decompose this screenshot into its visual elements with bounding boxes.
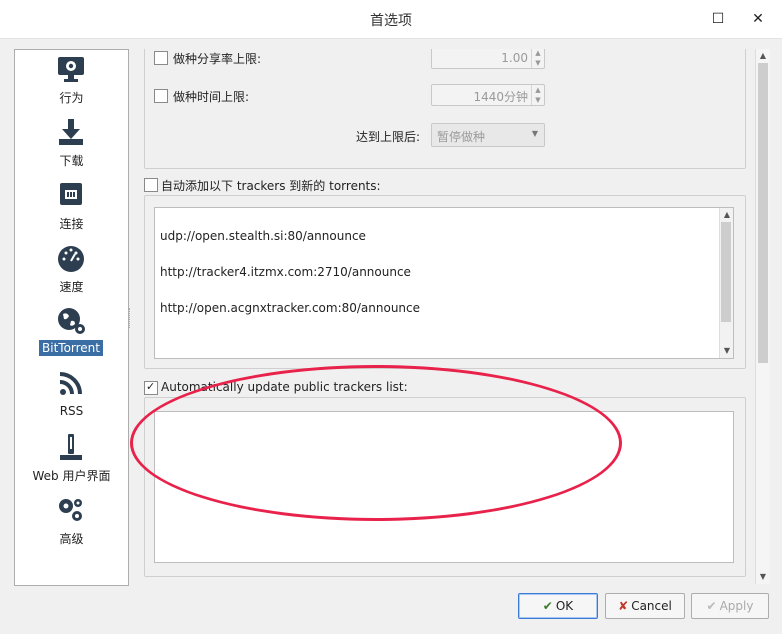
sidebar-item-connection[interactable]: 连接 — [15, 180, 128, 240]
scroll-up-icon[interactable]: ▲ — [720, 208, 734, 222]
limit-action-value: 暂停做种 — [437, 130, 486, 144]
seeding-ratio-label: 做种分享率上限: — [173, 52, 262, 66]
annotation-circle — [130, 365, 622, 521]
sidebar-item-web-ui[interactable]: Web 用户界面 — [15, 432, 128, 492]
cancel-x-icon: ✘ — [618, 599, 629, 613]
chevron-down-icon: ▼ — [531, 129, 538, 138]
seeding-ratio-spinbox[interactable]: 1.00 ▲ ▼ — [431, 49, 545, 69]
auto-update-trackers-checkbox[interactable] — [144, 380, 158, 395]
download-icon — [59, 119, 83, 145]
network-icon — [60, 183, 82, 205]
category-sidebar: 行为 下载 连接 速度 BitTorrent RSS Web 用户界面 高级 — [14, 49, 129, 586]
title-bar: 首选项 ☐ ✕ — [0, 0, 782, 39]
sidebar-item-label: 高级 — [59, 532, 84, 546]
window-title: 首选项 — [370, 13, 412, 29]
scroll-up-icon[interactable]: ▲ — [756, 49, 770, 63]
sidebar-item-label: 连接 — [59, 217, 84, 231]
seeding-time-label: 做种时间上限: — [173, 90, 250, 104]
sidebar-item-label: RSS — [59, 404, 84, 418]
rss-icon — [59, 372, 82, 395]
apply-button-label: Apply — [719, 599, 754, 613]
sidebar-item-label: 速度 — [59, 280, 84, 294]
sidebar-item-label: 行为 — [59, 91, 84, 105]
tracker-line: http://tracker4.itzmx.com:2710/announce — [160, 265, 411, 279]
scroll-thumb[interactable] — [721, 222, 731, 322]
maximize-icon[interactable]: ☐ — [705, 6, 731, 32]
sidebar-item-label: 下载 — [59, 154, 84, 168]
monitor-gear-icon — [58, 57, 84, 82]
trackers-scrollbar[interactable]: ▲ ▼ — [719, 208, 733, 358]
tracker-line: udp://open.stealth.si:80/announce — [160, 229, 366, 243]
limit-action-label: 达到上限后: — [356, 130, 421, 144]
ok-button-label: OK — [555, 599, 574, 613]
seeding-time-value: 1440分钟 — [473, 90, 528, 104]
seeding-time-spinbox[interactable]: 1440分钟 ▲ ▼ — [431, 84, 545, 106]
sidebar-item-advanced[interactable]: 高级 — [15, 495, 128, 555]
cancel-button-label: Cancel — [631, 599, 672, 613]
scroll-down-icon[interactable]: ▼ — [720, 344, 734, 358]
ok-button[interactable]: ✔ OK — [518, 593, 598, 619]
close-icon[interactable]: ✕ — [745, 6, 771, 32]
auto-add-trackers-checkbox[interactable] — [144, 178, 158, 192]
sidebar-item-speed[interactable]: 速度 — [15, 243, 128, 303]
sidebar-item-label: Web 用户界面 — [32, 469, 111, 483]
speedometer-icon — [58, 246, 84, 272]
trackers-textarea[interactable]: udp://open.stealth.si:80/announce http:/… — [154, 207, 734, 359]
auto-add-trackers-label: 自动添加以下 trackers 到新的 torrents: — [161, 179, 381, 193]
seeding-time-checkbox[interactable] — [154, 89, 168, 103]
globe-gear-icon — [58, 308, 85, 334]
sidebar-item-rss[interactable]: RSS — [15, 369, 128, 429]
scroll-down-icon[interactable]: ▼ — [756, 570, 770, 584]
spin-up-icon[interactable]: ▲ — [532, 85, 544, 95]
sidebar-item-label: BitTorrent — [39, 340, 103, 356]
spin-up-icon[interactable]: ▲ — [532, 49, 544, 58]
gears-icon — [59, 499, 82, 521]
sidebar-item-bittorrent[interactable]: BitTorrent — [15, 306, 128, 366]
content-scrollbar[interactable]: ▲ ▼ — [755, 49, 770, 584]
ok-check-icon: ✔ — [542, 599, 553, 613]
sidebar-item-behavior[interactable]: 行为 — [15, 54, 128, 114]
tracker-line: http://open.acgnxtracker.com:80/announce — [160, 301, 421, 315]
spin-down-icon[interactable]: ▼ — [532, 95, 544, 105]
sidebar-item-downloads[interactable]: 下载 — [15, 117, 128, 177]
apply-button[interactable]: ✔ Apply — [691, 593, 769, 619]
seeding-ratio-value: 1.00 — [501, 51, 528, 65]
cancel-button[interactable]: ✘ Cancel — [605, 593, 685, 619]
spin-down-icon[interactable]: ▼ — [532, 58, 544, 68]
apply-check-icon: ✔ — [706, 599, 717, 613]
seeding-ratio-checkbox[interactable] — [154, 51, 168, 65]
web-ui-icon — [60, 434, 82, 460]
scroll-thumb[interactable] — [758, 63, 768, 363]
limit-action-combobox[interactable]: 暂停做种 ▼ — [431, 123, 545, 147]
